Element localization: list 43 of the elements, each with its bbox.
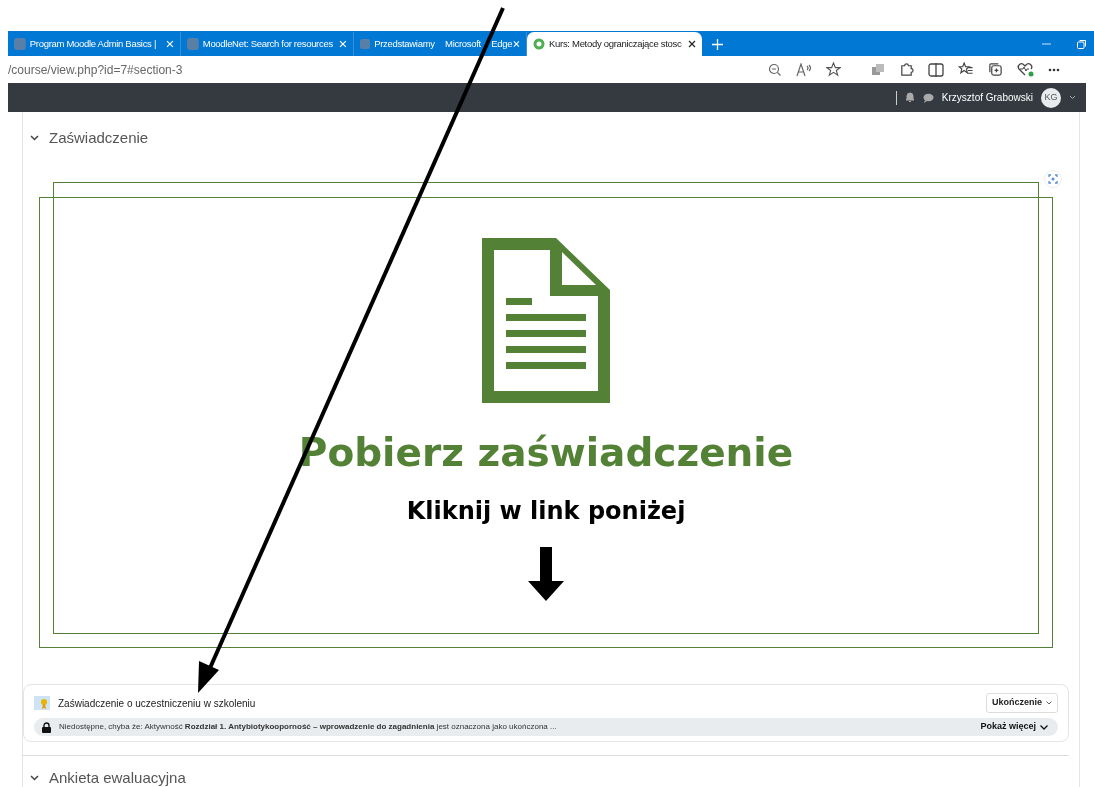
lock-icon (42, 721, 51, 733)
tabs-icon[interactable] (871, 62, 885, 77)
read-aloud-icon[interactable] (796, 62, 812, 77)
favorites-icon[interactable] (958, 62, 974, 77)
chat-icon[interactable] (922, 92, 934, 103)
tab-title: Kurs: Metody ograniczające stosc (549, 36, 683, 51)
chevron-down-icon[interactable] (1069, 95, 1076, 100)
tab-title: MoodleNet: Search for resources (202, 36, 334, 51)
banner-subtitle: Kliknij w link poniżej (406, 496, 686, 527)
chevron-down-icon[interactable] (30, 135, 39, 141)
restriction-text: Niedostępne, chyba że: Aktywność Rozdział 1. Antybiotykooporność – wprowadzenie do zagadnienia jest oznaczona jako ukończona ... (59, 721, 558, 733)
section-title[interactable]: Zaświadczenie (49, 126, 149, 150)
site-icon (187, 38, 199, 50)
site-icon (360, 38, 371, 50)
split-screen-icon[interactable] (928, 62, 944, 77)
arrow-down-icon (528, 547, 564, 601)
tab-title: Program Moodle Admin Basics | (29, 36, 158, 51)
restore-icon[interactable] (1077, 39, 1086, 49)
browser-tab[interactable]: Kurs: Metody ograniczające stosc (527, 32, 702, 56)
site-icon (14, 38, 26, 50)
activity-link[interactable]: Zaświadczenie o uczestniczeniu w szkoleniu (58, 695, 978, 711)
document-icon (482, 238, 610, 403)
chevron-down-icon[interactable] (30, 775, 39, 782)
user-name[interactable]: Krzysztof Grabowski (941, 90, 1033, 105)
bell-icon[interactable] (904, 92, 915, 103)
user-avatar[interactable]: KG (1041, 87, 1061, 108)
collections-icon[interactable] (988, 62, 1003, 77)
caret-icon (1046, 701, 1052, 705)
star-icon[interactable] (826, 62, 841, 77)
fullscreen-icon[interactable] (1044, 170, 1062, 188)
heart-pulse-icon[interactable] (1017, 62, 1034, 77)
close-icon[interactable] (688, 40, 696, 48)
show-more-button[interactable]: Pokaż więcej (980, 720, 1050, 734)
more-icon[interactable] (1048, 67, 1060, 72)
address-text[interactable]: /course/view.php?id=7#section-3 (8, 60, 768, 79)
site-icon (533, 38, 545, 50)
completion-dropdown[interactable]: Ukończenie (986, 693, 1058, 713)
new-tab-icon[interactable] (712, 38, 723, 50)
zoom-out-icon[interactable] (768, 62, 782, 77)
chevron-down-icon (1040, 724, 1048, 730)
section-title[interactable]: Ankieta ewaluacyjna (49, 767, 186, 787)
puzzle-icon[interactable] (899, 62, 914, 77)
tab-title: Przedstawiamy Microsoft Edge (374, 36, 510, 51)
